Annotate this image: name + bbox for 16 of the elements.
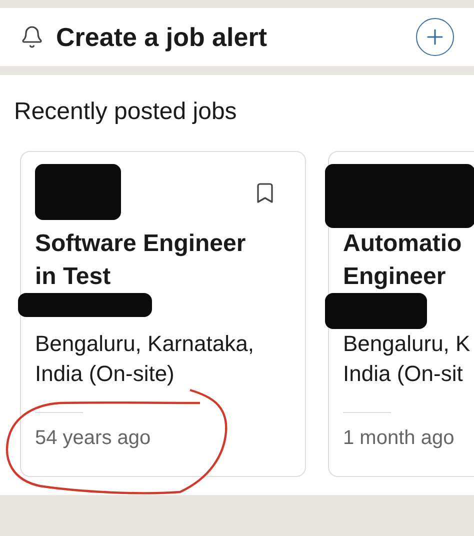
job-title: Engineer [343,262,447,292]
alert-title: Create a job alert [56,22,268,52]
job-card[interactable]: Software Engineer in Test Bengaluru, Karnataka, India (On-site) 54 years ago [20,151,306,477]
job-location: India (On-site) [35,360,176,388]
section-heading: Recently posted jobs [14,97,238,127]
posted-time: 54 years ago [35,427,152,450]
job-title: Software Engineer [35,229,247,259]
add-button[interactable] [416,18,454,56]
job-location: India (On-sit [343,360,464,388]
posted-time: 1 month ago [343,427,456,450]
job-title: Automatio [343,229,463,259]
job-title: in Test [35,262,112,292]
job-location: Bengaluru, K [343,330,472,358]
job-location: Bengaluru, Karnataka, [35,330,255,358]
bell-icon [20,25,44,49]
job-card[interactable]: Automatio Engineer Bengaluru, K India (On-sit 1 month ago [328,151,474,477]
